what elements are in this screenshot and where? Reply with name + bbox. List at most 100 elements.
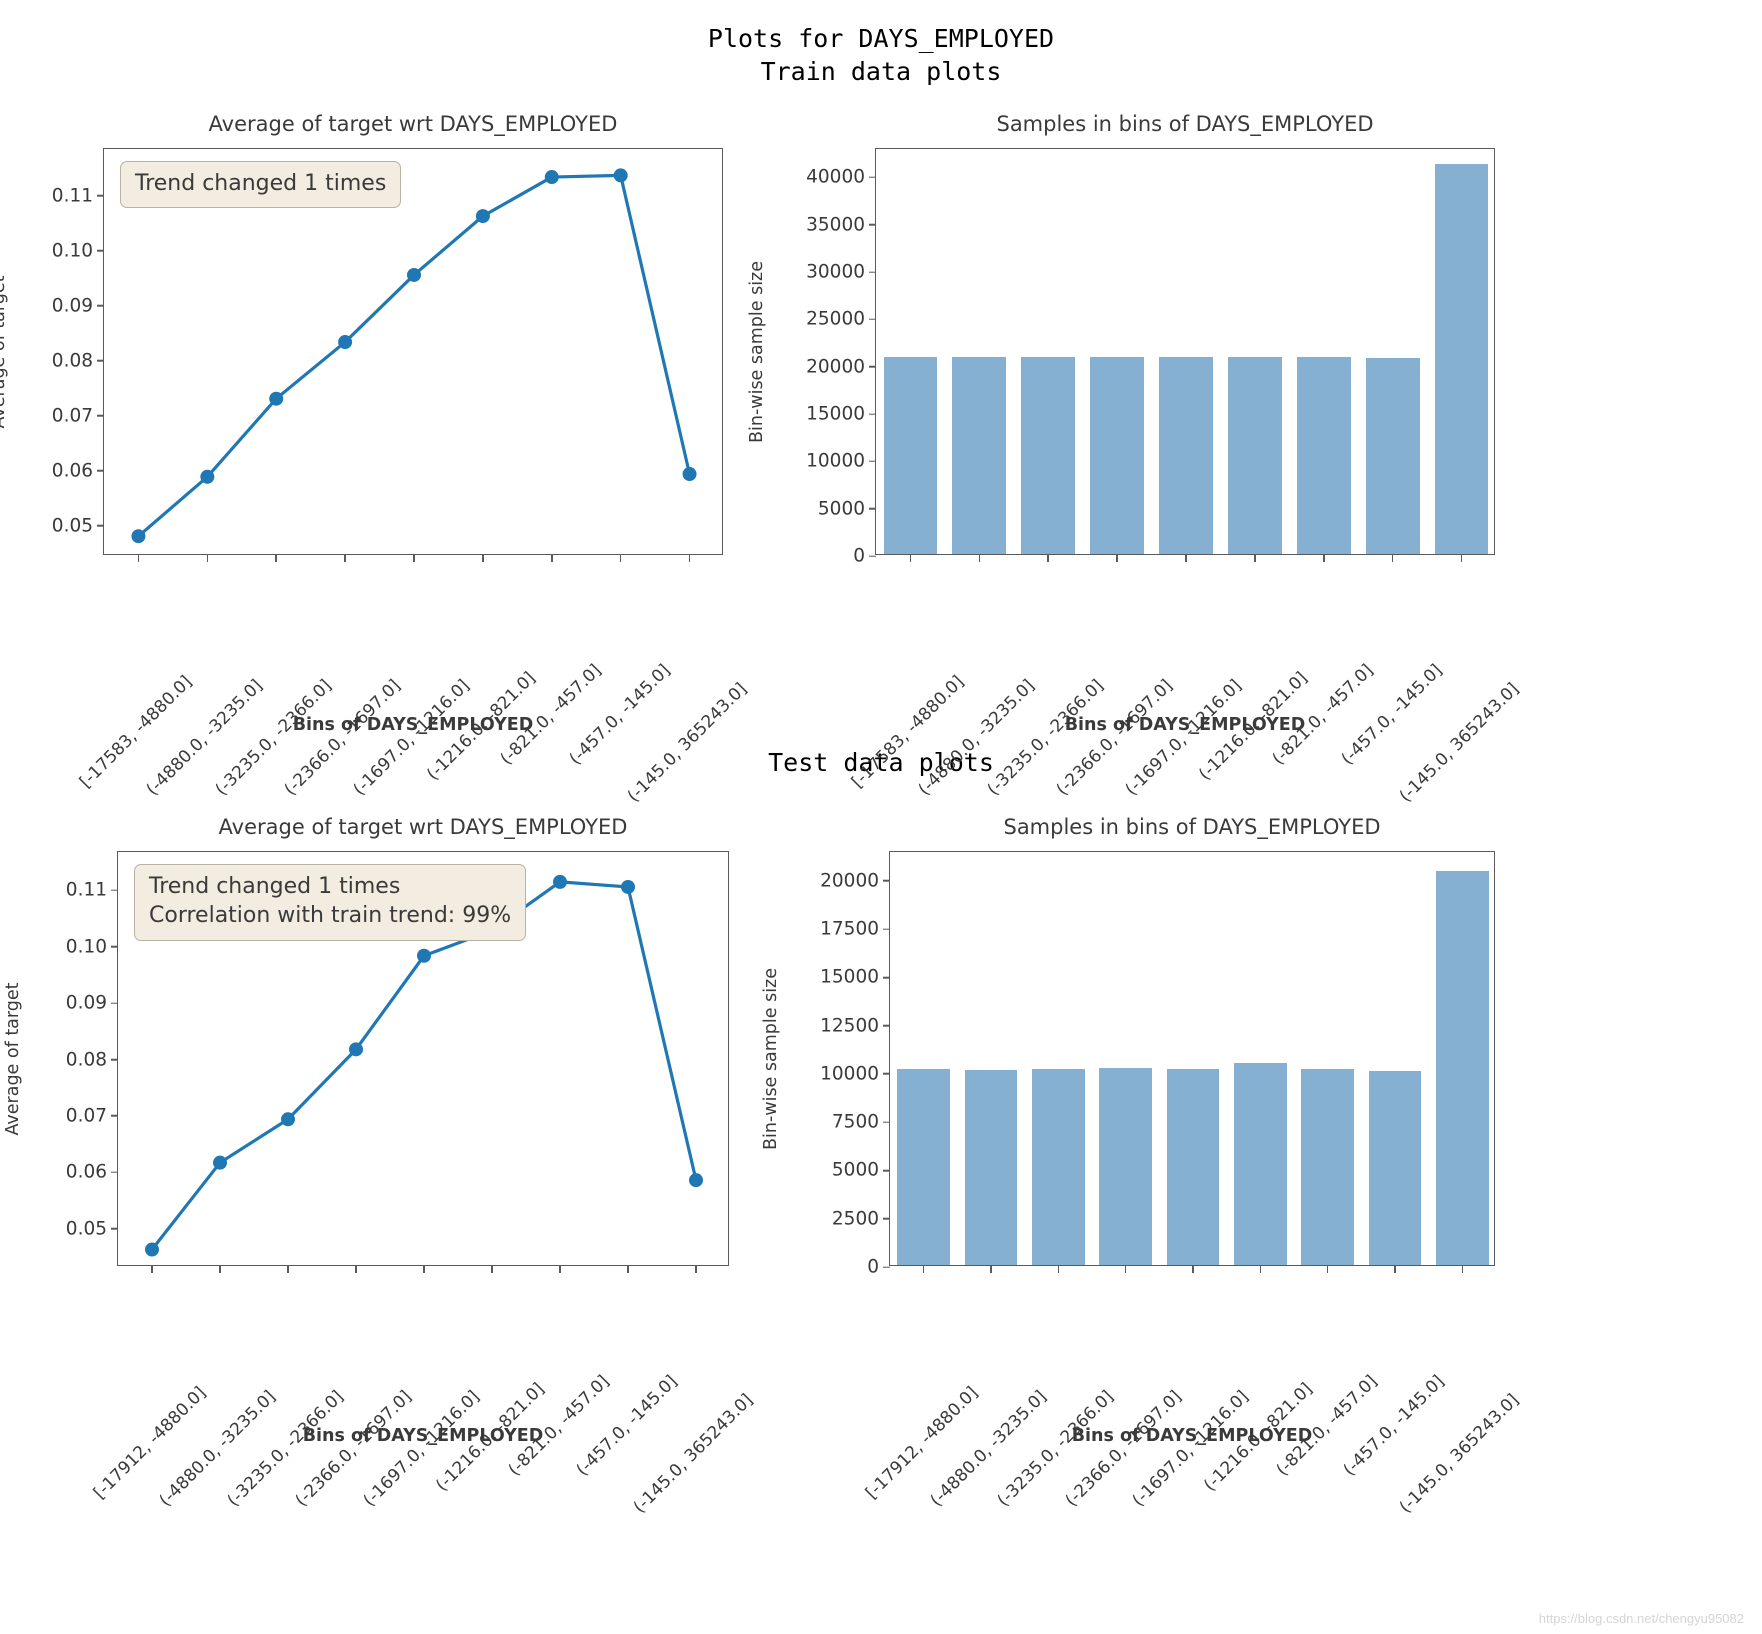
- ytick-label: 0.07: [52, 405, 104, 426]
- bar-2: [1021, 357, 1076, 554]
- bar-5: [1234, 1063, 1287, 1265]
- ytick-label: 5000: [832, 1160, 890, 1181]
- xtick-mark: [1394, 1265, 1396, 1273]
- panel-test-bar-chart: 0 2500 5000 7500 10000 12500 15000 17500 20000 [-…: [761, 815, 1523, 1517]
- ytick-label: 0: [867, 1257, 890, 1278]
- xtick-label: (-3235.0, -2366.0]: [993, 1386, 1118, 1511]
- xtick-mark: [1057, 1265, 1060, 1273]
- bar-4: [1159, 357, 1213, 554]
- bar-1: [964, 1070, 1018, 1265]
- trend-annotation-box: Trend changed 1 times: [120, 161, 402, 209]
- data-point-4: [417, 948, 431, 963]
- ytick-label: 25000: [806, 309, 876, 330]
- xtick-mark: [1254, 554, 1256, 562]
- data-point-2: [281, 1112, 295, 1127]
- data-point-0: [145, 1242, 159, 1257]
- ytick-label: 0: [853, 546, 876, 567]
- data-point-5: [475, 209, 490, 224]
- bar-0: [883, 357, 938, 554]
- trend-line: [136, 173, 692, 538]
- data-point-3: [349, 1042, 363, 1057]
- data-point-3: [338, 335, 353, 350]
- axes-test-line: 0.05 0.06 0.07 0.08 0.09 0.10 0.11 [-17912, -48…: [66, 851, 757, 1517]
- ytick-label: 7500: [832, 1112, 890, 1133]
- data-point-0: [131, 529, 146, 544]
- ytick-label: 0.08: [52, 350, 104, 371]
- axes-train-line: 0.05 0.06 0.07 0.08 0.09 0.10 0.11 [-17583, -48…: [52, 148, 751, 806]
- xtick-label: (-2366.0, -1697.0]: [1052, 675, 1177, 800]
- bar-7: [1365, 357, 1420, 554]
- axes-train-bars: 0 5000 10000 15000 20000 25000 30000 35000 40000…: [806, 148, 1523, 806]
- xtick-mark: [1192, 1265, 1194, 1273]
- data-point-2: [269, 391, 284, 406]
- xtick-mark: [909, 554, 912, 562]
- xtick-mark: [1322, 554, 1325, 562]
- data-point-7: [613, 168, 628, 183]
- panel-test-line-chart: 0.05 0.06 0.07 0.08 0.09 0.10 0.11 [-17912, -48…: [3, 815, 757, 1517]
- suptitle-line-1: Plots for DAYS_EMPLOYED: [707, 24, 1055, 53]
- ytick-label: 20000: [820, 870, 890, 891]
- y-axis-label: Average of target: [3, 981, 23, 1136]
- watermark-text: https://blog.csdn.net/chengyu95082: [1538, 1611, 1744, 1626]
- data-point-4: [407, 267, 421, 282]
- axes-title-train-line: Average of target wrt DAYS_EMPLOYED: [208, 112, 618, 136]
- xtick-mark: [922, 1265, 925, 1273]
- bar-8: [1436, 871, 1489, 1265]
- data-point-6: [544, 170, 559, 185]
- trend-annotation-box: Trend changed 1 times Correlation with t…: [134, 864, 527, 941]
- suptitle-line-2: Train data plots: [760, 57, 1002, 86]
- y-axis-label: Bin-wise sample size: [761, 967, 781, 1150]
- bar-6: [1301, 1069, 1354, 1265]
- ytick-label: 0.08: [66, 1049, 118, 1070]
- ytick-label: 0.09: [66, 993, 118, 1014]
- xtick-label: (-3235.0, -2366.0]: [983, 675, 1108, 800]
- ytick-label: 0.09: [52, 295, 104, 316]
- ytick-label: 0.11: [52, 185, 104, 206]
- bar-3: [1090, 357, 1144, 554]
- xtick-mark: [1047, 554, 1050, 562]
- ytick-label: 30000: [806, 262, 876, 283]
- ytick-label: 15000: [806, 404, 876, 425]
- xtick-mark: [1460, 554, 1463, 562]
- ytick-label: 0.06: [52, 460, 104, 481]
- ytick-label: 0.05: [52, 515, 104, 536]
- data-point-7: [621, 879, 635, 894]
- figure-suptitle: Plots for DAYS_EMPLOYED Train data plots: [0, 22, 1762, 88]
- axes-title-test-bars: Samples in bins of DAYS_EMPLOYED: [1003, 815, 1381, 839]
- panel-train-line-chart: 0.05 0.06 0.07 0.08 0.09 0.10 0.11 [-17583, -48…: [0, 112, 751, 806]
- xtick-label: (-2366.0, -1697.0]: [280, 675, 405, 800]
- bar-0: [897, 1069, 950, 1265]
- axes-test-bars: 0 2500 5000 7500 10000 12500 15000 17500 20000 [-…: [820, 851, 1523, 1517]
- line-series-layer: [131, 168, 697, 544]
- ytick-label: 5000: [818, 498, 876, 519]
- xtick-mark: [1461, 1265, 1464, 1273]
- ytick-label: 20000: [806, 356, 876, 377]
- x-axis-label: Bins of DAYS_EMPLOYED: [292, 715, 534, 735]
- data-point-1: [200, 469, 215, 484]
- xtick-mark: [1116, 554, 1118, 562]
- axes-title-train-bars: Samples in bins of DAYS_EMPLOYED: [996, 112, 1374, 136]
- xtick-mark: [1124, 1265, 1127, 1273]
- bar-6: [1296, 357, 1351, 554]
- data-point-8: [689, 1173, 703, 1188]
- xtick-label: (-2366.0, -1697.0]: [291, 1386, 416, 1511]
- data-point-1: [213, 1155, 227, 1170]
- bar-7: [1368, 1071, 1422, 1265]
- xtick-label: (-3235.0, -2366.0]: [211, 675, 336, 800]
- ytick-label: 2500: [832, 1208, 890, 1229]
- ytick-label: 0.05: [66, 1218, 118, 1239]
- ytick-label: 10000: [806, 451, 876, 472]
- y-axis-label: Average of target: [0, 274, 9, 429]
- bar-5: [1228, 357, 1282, 554]
- xtick-mark: [1259, 1265, 1262, 1273]
- x-axis-label: Bins of DAYS_EMPLOYED: [1064, 715, 1306, 735]
- xtick-mark: [1326, 1265, 1329, 1273]
- ytick-label: 0.10: [66, 936, 118, 957]
- panel-train-bar-chart: 0 5000 10000 15000 20000 25000 30000 35000 40000…: [747, 112, 1523, 806]
- ytick-label: 35000: [806, 214, 876, 235]
- ytick-label: 40000: [806, 167, 876, 188]
- xtick-mark: [1185, 554, 1187, 562]
- ytick-label: 15000: [820, 967, 890, 988]
- bar-2: [1032, 1068, 1085, 1265]
- ytick-label: 10000: [820, 1063, 890, 1084]
